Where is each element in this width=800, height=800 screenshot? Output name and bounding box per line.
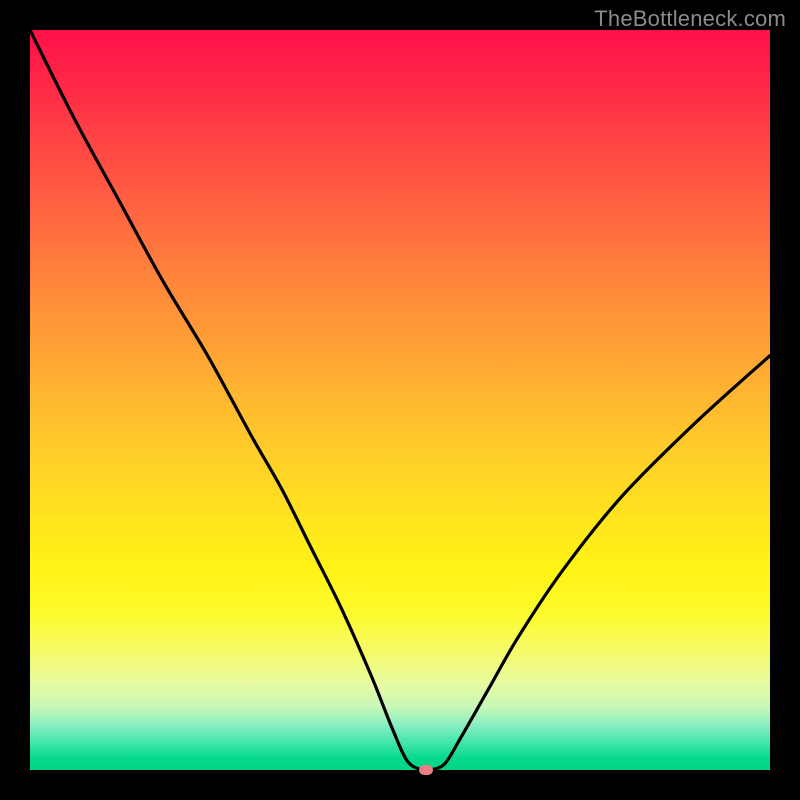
curve-svg [30,30,770,770]
plot-area [30,30,770,770]
optimum-marker [419,765,433,775]
bottleneck-curve [30,30,770,770]
watermark-text: TheBottleneck.com [594,6,786,32]
chart-frame: TheBottleneck.com [0,0,800,800]
